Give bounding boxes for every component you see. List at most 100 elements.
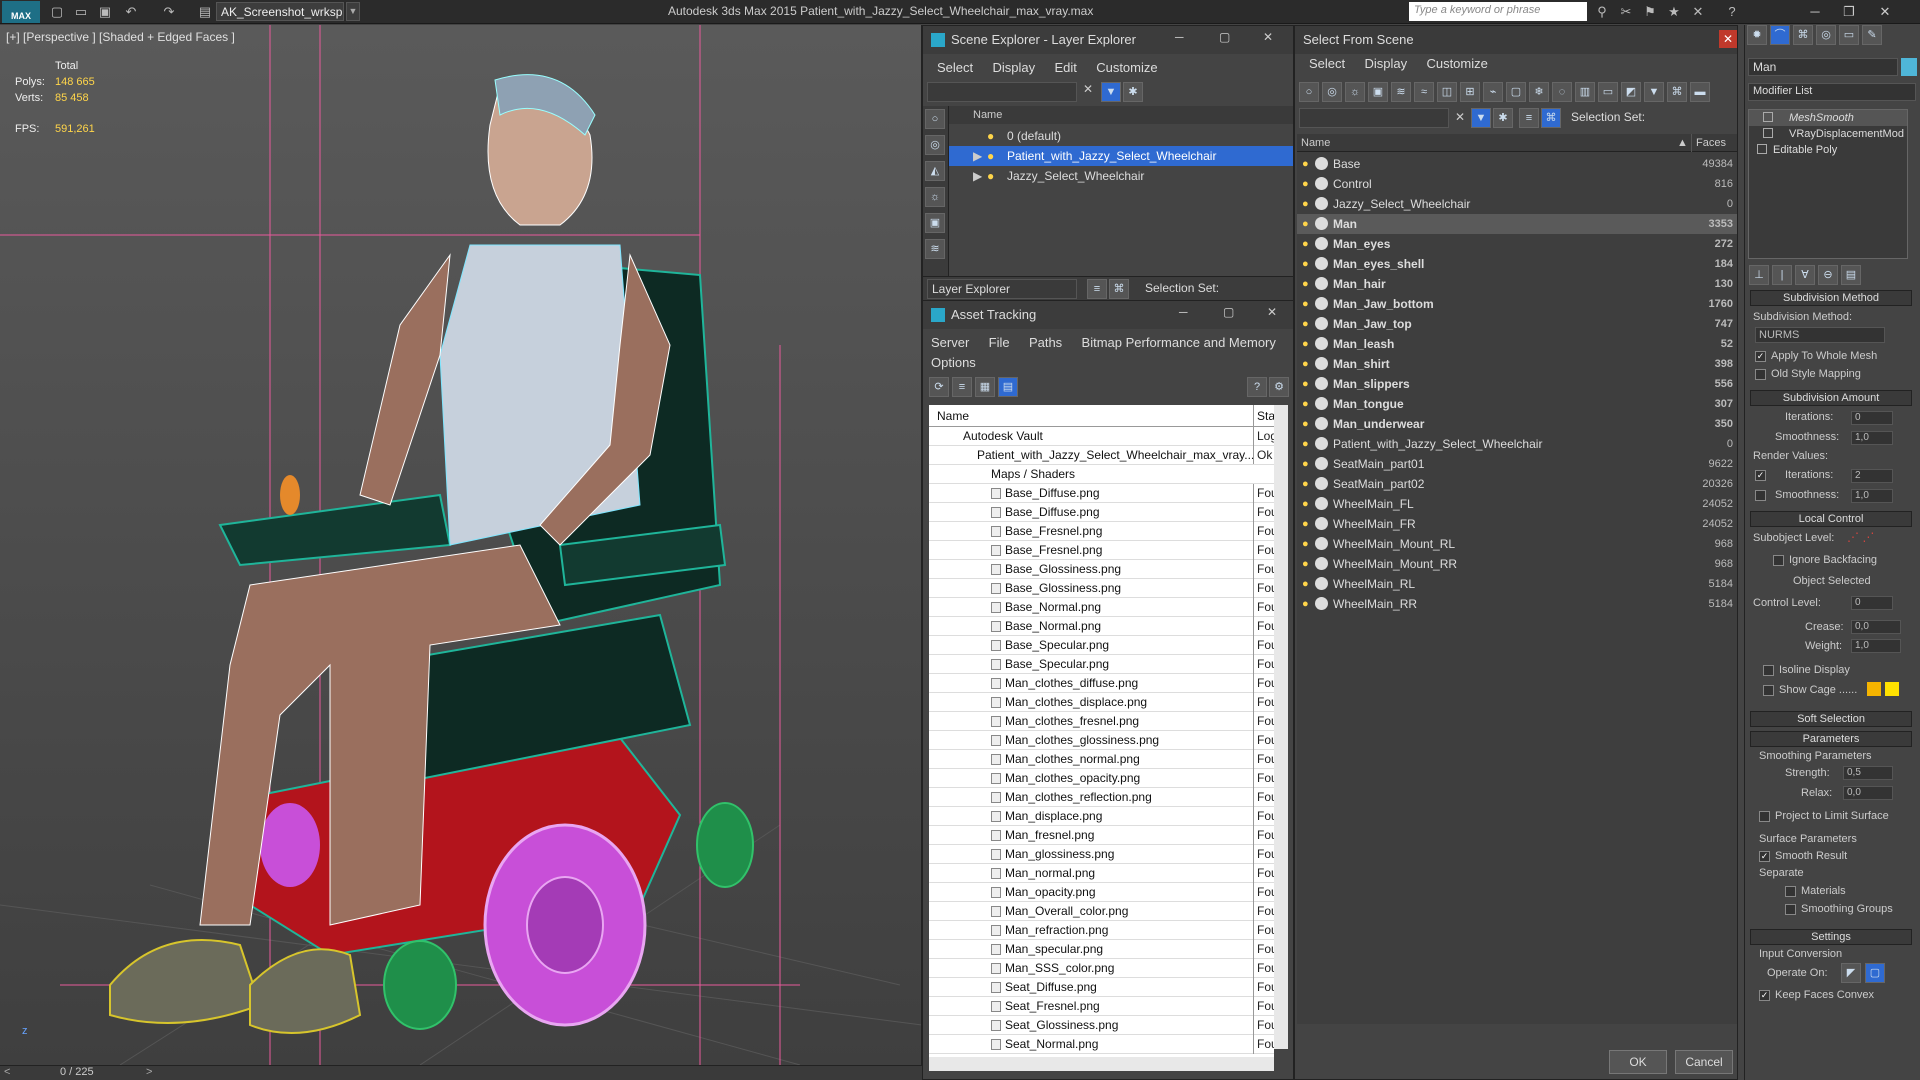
se-column-header[interactable]: Name	[949, 106, 1293, 124]
object-row[interactable]: ● WheelMain_Mount_RR 968	[1297, 554, 1737, 574]
restore-button[interactable]: ❐	[1834, 2, 1864, 22]
configure-sets-icon[interactable]: ▤	[1841, 265, 1861, 285]
expand-icon[interactable]: ▶	[973, 166, 982, 186]
ignore-backfacing-checkbox[interactable]	[1773, 555, 1784, 566]
keyword-search-input[interactable]: Type a keyword or phrase	[1409, 2, 1587, 21]
object-row[interactable]: ● Base 49384	[1297, 154, 1737, 174]
viewport-label[interactable]: [+] [Perspective ] [Shaded + Edged Faces…	[6, 30, 235, 44]
crease-spinner[interactable]: 0,0	[1851, 620, 1901, 634]
layer-row[interactable]: ● 0 (default)	[949, 126, 1293, 146]
weight-spinner[interactable]: 1,0	[1851, 639, 1901, 653]
render-iterations-checkbox[interactable]: ✓	[1755, 470, 1766, 481]
modifier-list-dropdown[interactable]: Modifier List	[1748, 83, 1916, 101]
light-bulb-icon[interactable]: ●	[1302, 597, 1312, 611]
explorer-selector[interactable]: Layer Explorer	[927, 279, 1077, 299]
asset-file-row[interactable]: Base_Glossiness.png Four	[929, 579, 1274, 598]
iterations-spinner[interactable]: 0	[1851, 411, 1893, 425]
keep-faces-convex-checkbox[interactable]: ✓	[1759, 990, 1770, 1001]
rollout-soft-selection[interactable]: Soft Selection	[1750, 711, 1912, 727]
perspective-viewport[interactable]: [+] [Perspective ] [Shaded + Edged Faces…	[0, 25, 922, 1065]
relax-spinner[interactable]: 0,0	[1843, 786, 1893, 800]
sfs-close-icon[interactable]: ✕	[1719, 30, 1737, 48]
cage-color-1-swatch[interactable]	[1867, 682, 1881, 696]
asset-file-row[interactable]: Man_fresnel.png Four	[929, 826, 1274, 845]
asset-file-row[interactable]: Base_Fresnel.png Four	[929, 522, 1274, 541]
display-xrefs-icon[interactable]: ⊞	[1460, 82, 1480, 102]
isoline-checkbox[interactable]	[1763, 665, 1774, 676]
pin-stack-icon[interactable]: ⊥	[1749, 265, 1769, 285]
display-groups-icon[interactable]: ◫	[1437, 82, 1457, 102]
asset-file-row[interactable]: Man_SSS_color.png Four	[929, 959, 1274, 978]
light-bulb-icon[interactable]: ●	[1302, 357, 1312, 371]
asset-file-row[interactable]: Man_opacity.png Four	[929, 883, 1274, 902]
sfs-title[interactable]: Select From Scene	[1295, 26, 1737, 54]
asset-file-row[interactable]: Man_clothes_glossiness.png Four	[929, 731, 1274, 750]
light-bulb-icon[interactable]: ●	[1302, 477, 1312, 491]
object-row[interactable]: ● Jazzy_Select_Wheelchair 0	[1297, 194, 1737, 214]
se-close-icon[interactable]: ✕	[1263, 30, 1273, 44]
timeline-prev-icon[interactable]: <	[4, 1066, 10, 1078]
asset-row-vault[interactable]: Autodesk Vault Logo	[929, 427, 1274, 446]
redo-icon[interactable]: ↷	[160, 3, 178, 21]
object-row[interactable]: ● SeatMain_part01 9622	[1297, 454, 1737, 474]
display-invert-icon[interactable]: ◩	[1621, 82, 1641, 102]
asset-file-row[interactable]: Man_clothes_displace.png Four	[929, 693, 1274, 712]
light-bulb-icon[interactable]: ●	[1302, 237, 1312, 251]
at-settings-icon[interactable]: ⚙	[1269, 377, 1289, 397]
at-maximize-icon[interactable]: ▢	[1223, 305, 1234, 319]
light-bulb-icon[interactable]: ●	[1302, 157, 1312, 171]
layer-visibility-icon[interactable]: ●	[987, 146, 994, 166]
object-row[interactable]: ● WheelMain_RR 5184	[1297, 594, 1737, 614]
display-none-icon[interactable]: ▭	[1598, 82, 1618, 102]
sfs-col-faces[interactable]: Faces	[1691, 134, 1726, 152]
open-file-icon[interactable]: ▭	[72, 3, 90, 21]
new-file-icon[interactable]: ▢	[48, 3, 66, 21]
display-shapes-icon[interactable]: ◎	[1322, 82, 1342, 102]
asset-file-row[interactable]: Base_Normal.png Four	[929, 617, 1274, 636]
vertex-subobject-icon[interactable]: ⋰ ⋰	[1847, 530, 1874, 544]
project-folder-icon[interactable]: ▤	[196, 3, 214, 21]
light-bulb-icon[interactable]	[1763, 128, 1773, 138]
asset-row-maps[interactable]: Maps / Shaders	[929, 465, 1274, 484]
light-bulb-icon[interactable]: ●	[1302, 277, 1312, 291]
se-clear-icon[interactable]: ✕	[1083, 82, 1093, 96]
asset-file-row[interactable]: Man_refraction.png Four	[929, 921, 1274, 940]
motion-tab-icon[interactable]: ◎	[1816, 25, 1836, 45]
sfs-find-icon[interactable]: ▼	[1471, 108, 1491, 128]
object-row[interactable]: ● Man_shirt 398	[1297, 354, 1737, 374]
binoculars-icon[interactable]: ⚲	[1592, 3, 1612, 21]
rollout-local-control[interactable]: Local Control	[1750, 511, 1912, 527]
scene-explorer-title[interactable]: Scene Explorer - Layer Explorer	[923, 26, 1293, 54]
se-display-cameras-icon[interactable]: ▣	[925, 213, 945, 233]
se-display-objects-icon[interactable]: ○	[925, 109, 945, 129]
minimize-button[interactable]: ─	[1800, 2, 1830, 22]
control-level-spinner[interactable]: 0	[1851, 596, 1893, 610]
object-name-input[interactable]: Man	[1748, 58, 1898, 76]
object-row[interactable]: ● Man_hair 130	[1297, 274, 1737, 294]
object-row[interactable]: ● WheelMain_FR 24052	[1297, 514, 1737, 534]
asset-file-row[interactable]: Base_Specular.png Four	[929, 655, 1274, 674]
object-color-swatch[interactable]	[1901, 58, 1917, 76]
tools-icon[interactable]: ✂	[1616, 3, 1636, 21]
smooth-result-checkbox[interactable]: ✓	[1759, 851, 1770, 862]
asset-file-row[interactable]: Man_Overall_color.png Four	[929, 902, 1274, 921]
workspace-dropdown-icon[interactable]: ▼	[346, 2, 360, 21]
at-help-icon[interactable]: ?	[1247, 377, 1267, 397]
asset-file-row[interactable]: Seat_Normal.png Four	[929, 1035, 1274, 1054]
display-hidden-icon[interactable]: ◌	[1552, 82, 1572, 102]
display-cameras-icon[interactable]: ▣	[1368, 82, 1388, 102]
undo-icon[interactable]: ↶	[122, 3, 140, 21]
light-bulb-icon[interactable]: ●	[1302, 397, 1312, 411]
se-find-icon[interactable]: ✱	[1123, 82, 1143, 102]
layer-visibility-icon[interactable]: ●	[987, 126, 994, 146]
light-bulb-icon[interactable]	[1763, 112, 1773, 122]
filter-icon[interactable]: ▼	[1644, 82, 1664, 102]
render-smoothness-checkbox[interactable]	[1755, 490, 1766, 501]
display-helpers-icon[interactable]: ≋	[1391, 82, 1411, 102]
at-horizontal-scrollbar[interactable]	[929, 1057, 1274, 1071]
light-bulb-icon[interactable]: ●	[1302, 217, 1312, 231]
object-row[interactable]: ● Man_leash 52	[1297, 334, 1737, 354]
timeline-next-icon[interactable]: >	[146, 1066, 152, 1078]
object-row[interactable]: ● SeatMain_part02 20326	[1297, 474, 1737, 494]
layer-row[interactable]: ▶ ● Jazzy_Select_Wheelchair	[949, 166, 1293, 186]
